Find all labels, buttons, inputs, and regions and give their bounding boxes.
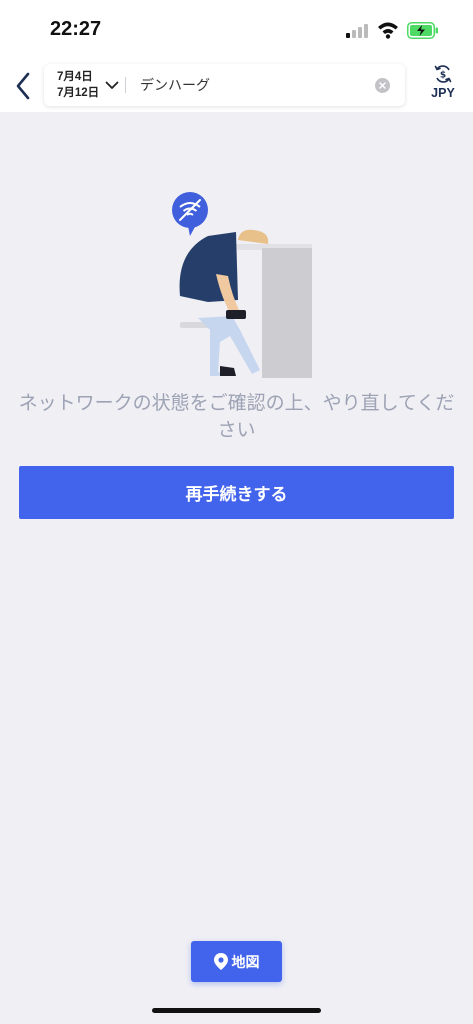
battery-charging-icon xyxy=(407,22,438,39)
search-summary[interactable]: 7月4日 7月12日 デンハーグ xyxy=(44,64,405,106)
status-bar: 22:27 xyxy=(0,0,473,60)
clear-icon xyxy=(379,81,386,89)
check-in-date: 7月4日 xyxy=(57,71,93,83)
wifi-icon xyxy=(378,22,398,39)
top-bar: 7月4日 7月12日 デンハーグ $ JPY xyxy=(0,60,473,112)
check-out-date: 7月12日 xyxy=(57,87,100,99)
map-button-label: 地図 xyxy=(231,954,260,971)
home-indicator xyxy=(152,1008,321,1013)
date-dropdown[interactable] xyxy=(105,81,121,90)
divider xyxy=(125,77,126,93)
status-time: 22:27 xyxy=(50,18,102,40)
location-pin-icon xyxy=(213,953,228,970)
currency-button[interactable]: $ JPY xyxy=(425,64,461,106)
signal-icon xyxy=(346,24,368,38)
clear-button[interactable] xyxy=(375,77,390,93)
back-chevron-icon xyxy=(16,72,30,100)
back-button[interactable] xyxy=(10,68,36,104)
svg-text:$: $ xyxy=(440,71,446,81)
date-range[interactable]: 7月4日 7月12日 xyxy=(57,69,105,101)
currency-exchange-icon: $ xyxy=(434,65,452,83)
currency-label: JPY xyxy=(431,86,455,100)
destination-field[interactable]: デンハーグ xyxy=(140,75,375,95)
chevron-down-icon xyxy=(105,81,119,89)
retry-button[interactable]: 再手続きする xyxy=(19,466,454,519)
no-wifi-person-illustration xyxy=(172,192,312,378)
network-error-message: ネットワークの状態をご確認の上、やり直してください xyxy=(18,392,455,441)
map-button[interactable]: 地図 xyxy=(191,941,282,982)
